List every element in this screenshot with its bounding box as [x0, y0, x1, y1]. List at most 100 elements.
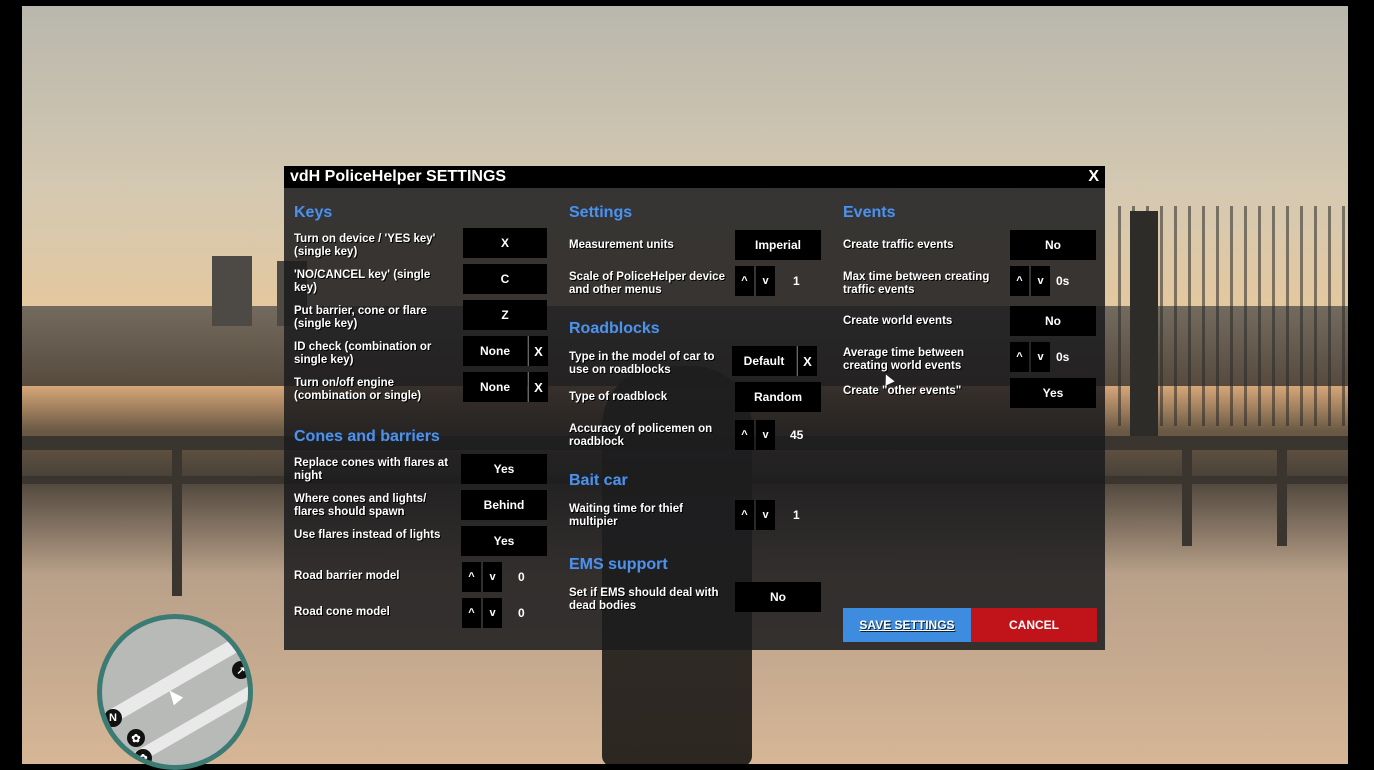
traffic-time-up-button[interactable]: ^ — [1010, 266, 1029, 296]
scale-down-button[interactable]: v — [756, 266, 775, 296]
setting-label: Type in the model of car to use on roadb… — [569, 351, 715, 376]
setting-label: Accuracy of policemen on roadblock — [569, 423, 713, 448]
measurement-units-button[interactable]: Imperial — [735, 230, 821, 260]
flares-instead-button[interactable]: Yes — [461, 526, 547, 556]
setting-label: Max time between creating traffic events — [843, 271, 990, 296]
setting-row: Turn on device / 'YES key' (single key) … — [294, 228, 554, 262]
barrier-model-value: 0 — [518, 570, 525, 584]
section-cones-heading: Cones and barriers — [294, 428, 440, 445]
setting-row: Type of roadblock Random — [569, 382, 834, 416]
setting-label: Turn on device / 'YES key' (single key) — [294, 233, 436, 258]
key-engine-button[interactable]: None — [463, 372, 527, 402]
blip-icon: ✿ — [134, 749, 152, 765]
traffic-events-button[interactable]: No — [1010, 230, 1096, 260]
setting-row: Create "other events" Yes — [843, 378, 1098, 412]
railing-post — [172, 436, 182, 596]
setting-label: Replace cones with flares at night — [294, 457, 449, 482]
setting-row: Accuracy of policemen on roadblock ^ v 4… — [569, 418, 834, 452]
section-roadblocks-heading: Roadblocks — [569, 320, 660, 337]
section-bait-heading: Bait car — [569, 472, 628, 489]
cone-model-value: 0 — [518, 606, 525, 620]
setting-label: Turn on/off engine (combination or singl… — [294, 377, 422, 402]
barrier-down-button[interactable]: v — [483, 562, 502, 592]
key-barrier-button[interactable]: Z — [463, 300, 547, 330]
setting-label: Create traffic events — [843, 239, 954, 251]
setting-row: Measurement units Imperial — [569, 230, 834, 264]
setting-row: Create world events No — [843, 306, 1098, 340]
wait-value: 1 — [793, 508, 800, 522]
setting-row: Road barrier model ^ v 0 — [294, 560, 554, 594]
setting-row: Scale of PoliceHelper device and other m… — [569, 266, 834, 300]
cone-up-button[interactable]: ^ — [462, 598, 481, 628]
setting-row: Turn on/off engine (combination or singl… — [294, 372, 554, 406]
world-time-value: 0s — [1056, 350, 1070, 364]
setting-row: Put barrier, cone or flare (single key) … — [294, 300, 554, 334]
wait-down-button[interactable]: v — [756, 500, 775, 530]
setting-label: Measurement units — [569, 239, 674, 251]
railing-post — [1182, 436, 1192, 546]
roadblock-car-input[interactable]: Default — [732, 346, 796, 376]
clear-roadblock-car-button[interactable]: X — [797, 346, 817, 376]
bridge-tower — [1130, 211, 1158, 441]
key-idcheck-button[interactable]: None — [463, 336, 527, 366]
accuracy-down-button[interactable]: v — [756, 420, 775, 450]
setting-label: Where cones and lights/ flares should sp… — [294, 493, 427, 518]
barrier-up-button[interactable]: ^ — [462, 562, 481, 592]
setting-label: Type of roadblock — [569, 391, 668, 403]
clear-idcheck-button[interactable]: X — [528, 336, 548, 366]
setting-label: Road barrier model — [294, 570, 400, 582]
ems-dead-bodies-button[interactable]: No — [735, 582, 821, 612]
other-events-button[interactable]: Yes — [1010, 378, 1096, 408]
railing-post — [1277, 436, 1287, 546]
setting-row: Replace cones with flares at night Yes — [294, 452, 554, 486]
save-settings-button[interactable]: SAVE SETTINGS — [843, 608, 971, 642]
setting-label: ID check (combination or single key) — [294, 341, 432, 366]
cone-down-button[interactable]: v — [483, 598, 502, 628]
setting-row: Type in the model of car to use on roadb… — [569, 346, 834, 380]
setting-row: Set if EMS should deal with dead bodies … — [569, 582, 834, 616]
accuracy-up-button[interactable]: ^ — [735, 420, 754, 450]
setting-label: Use flares instead of lights — [294, 529, 441, 541]
setting-label: Waiting time for thief multipier — [569, 503, 683, 528]
section-ems-heading: EMS support — [569, 556, 668, 573]
wait-up-button[interactable]: ^ — [735, 500, 754, 530]
setting-row: Average time between creating world even… — [843, 342, 1098, 376]
key-yes-button[interactable]: X — [463, 228, 547, 258]
world-events-button[interactable]: No — [1010, 306, 1096, 336]
setting-row: ID check (combination or single key) Non… — [294, 336, 554, 370]
traffic-time-down-button[interactable]: v — [1031, 266, 1050, 296]
scale-up-button[interactable]: ^ — [735, 266, 754, 296]
setting-row: Use flares instead of lights Yes — [294, 524, 554, 558]
setting-row: Road cone model ^ v 0 — [294, 596, 554, 630]
roadblock-type-button[interactable]: Random — [735, 382, 821, 412]
north-icon: N — [104, 709, 122, 727]
setting-label: Average time between creating world even… — [843, 347, 965, 372]
section-events-heading: Events — [843, 204, 896, 221]
spawn-position-button[interactable]: Behind — [461, 490, 547, 520]
setting-label: Road cone model — [294, 606, 390, 618]
world-time-down-button[interactable]: v — [1031, 342, 1050, 372]
setting-label: Set if EMS should deal with dead bodies — [569, 587, 719, 612]
title-bar: vdH PoliceHelper SETTINGS X — [284, 166, 1105, 188]
setting-label: Create world events — [843, 315, 953, 327]
section-keys-heading: Keys — [294, 204, 333, 221]
accuracy-value: 45 — [790, 428, 804, 442]
section-settings-heading: Settings — [569, 204, 633, 221]
setting-label: 'NO/CANCEL key' (single key) — [294, 269, 431, 294]
traffic-time-value: 0s — [1056, 274, 1070, 288]
scale-value: 1 — [793, 274, 800, 288]
setting-row: Create traffic events No — [843, 230, 1098, 264]
clear-engine-button[interactable]: X — [528, 372, 548, 402]
cancel-button[interactable]: CANCEL — [971, 608, 1097, 642]
setting-label: Put barrier, cone or flare (single key) — [294, 305, 427, 330]
key-no-button[interactable]: C — [463, 264, 547, 294]
setting-row: Waiting time for thief multipier ^ v 1 — [569, 498, 834, 532]
waypoint-icon: ↗ — [232, 661, 248, 679]
flares-at-night-button[interactable]: Yes — [461, 454, 547, 484]
setting-label: Scale of PoliceHelper device and other m… — [569, 271, 725, 296]
building — [212, 256, 252, 326]
setting-row: Where cones and lights/ flares should sp… — [294, 488, 554, 522]
blip-icon: ✿ — [127, 729, 145, 747]
world-time-up-button[interactable]: ^ — [1010, 342, 1029, 372]
close-icon[interactable]: X — [1088, 168, 1099, 186]
